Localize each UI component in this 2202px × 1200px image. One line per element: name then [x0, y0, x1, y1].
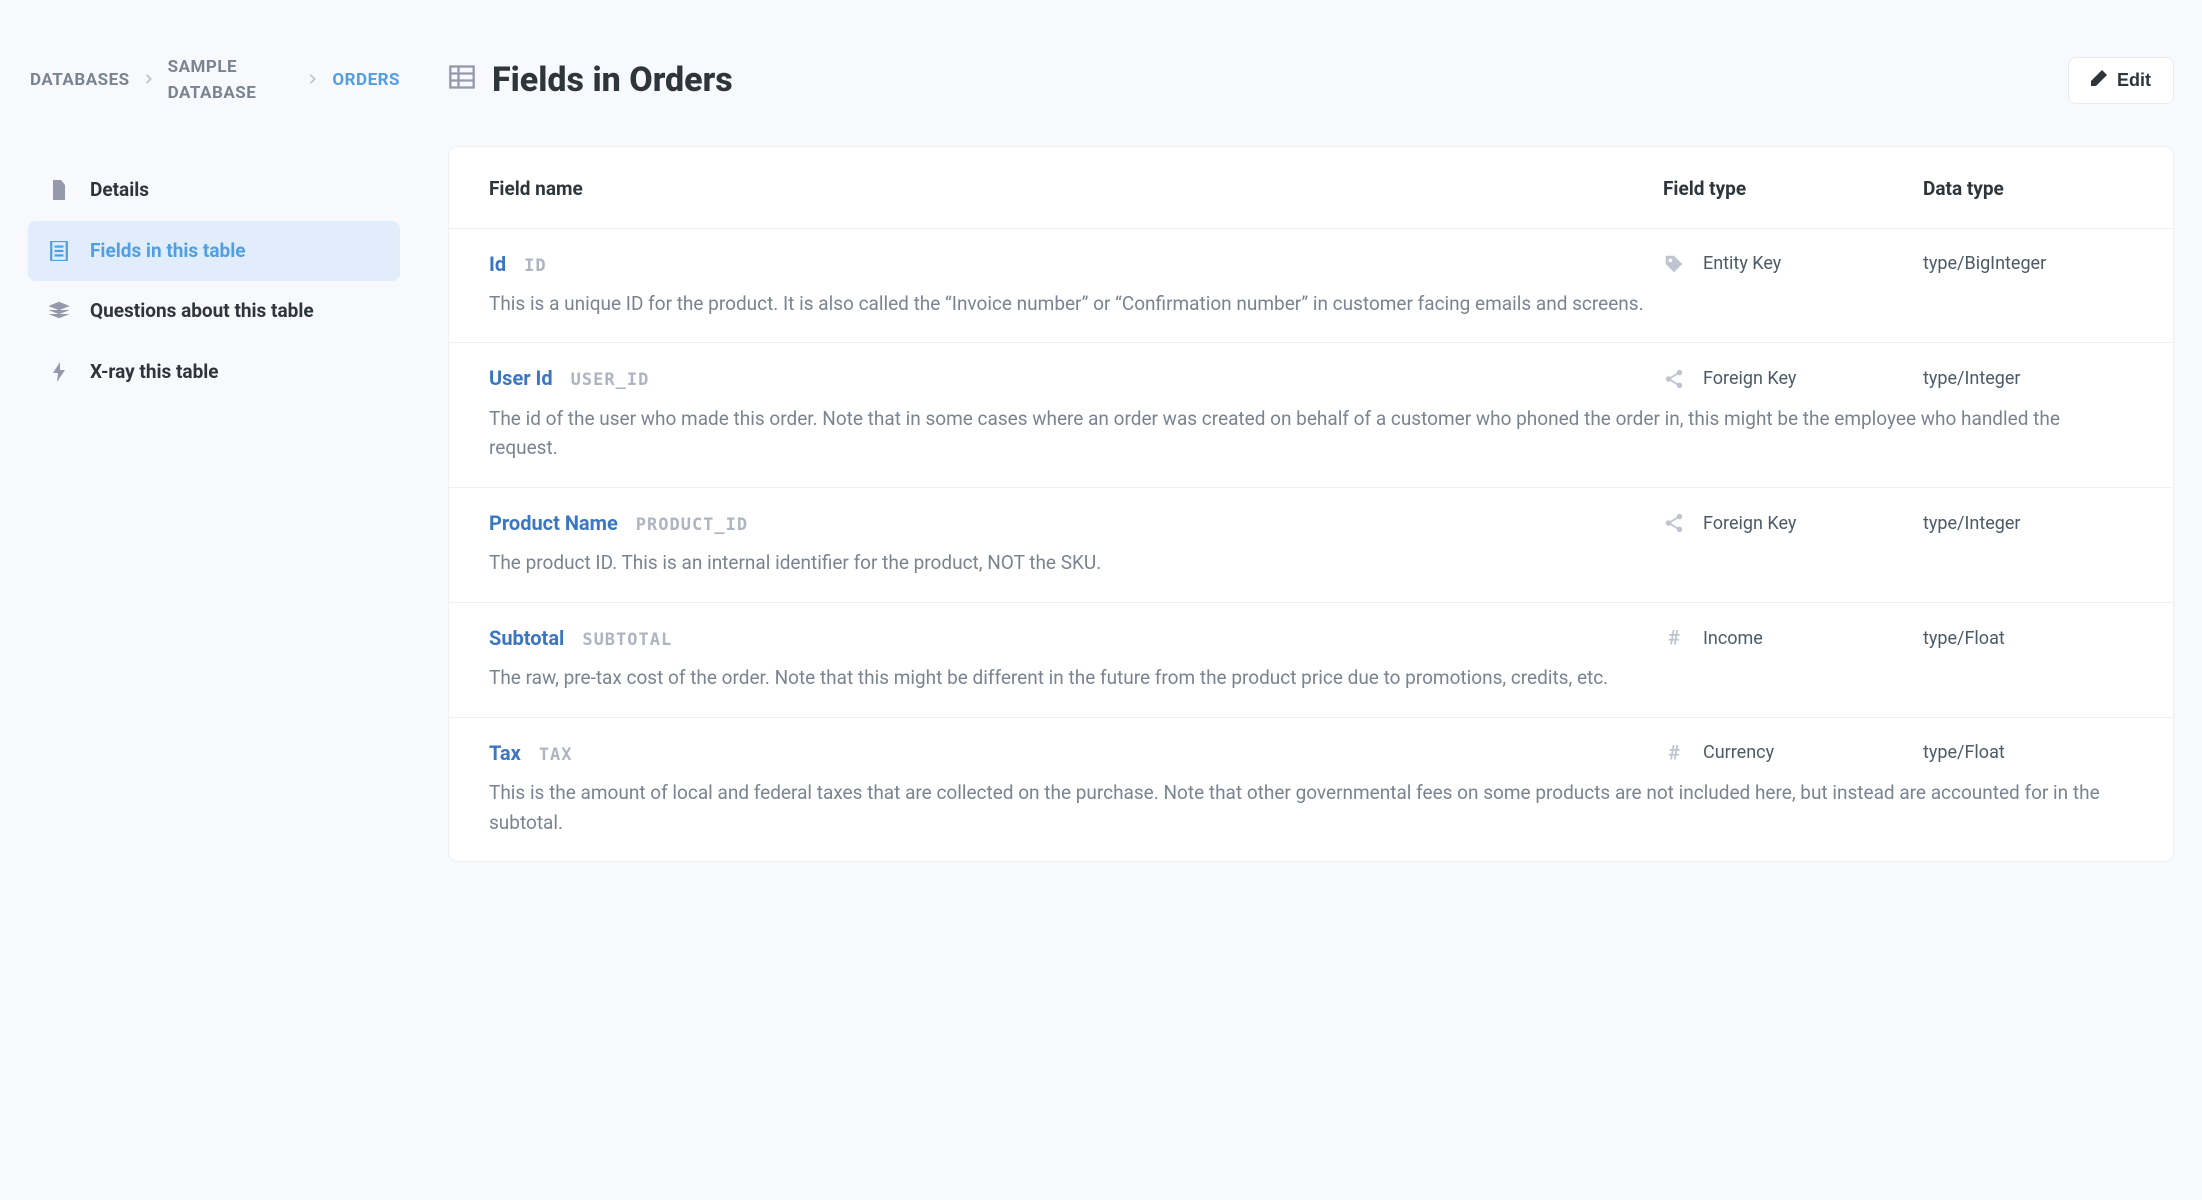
sidebar-item-xray[interactable]: X-ray this table — [28, 342, 400, 403]
field-type-label: Entity Key — [1703, 250, 1781, 277]
column-field-name: Field name — [489, 175, 1663, 204]
breadcrumb-databases[interactable]: DATABASES — [30, 68, 130, 94]
field-row: User Id USER_ID Foreign Key type/Integer The… — [449, 343, 2173, 487]
fields-panel: Field name Field type Data type Id ID Enti… — [448, 146, 2174, 862]
field-name-link[interactable]: Tax — [489, 738, 521, 768]
edit-button-label: Edit — [2117, 70, 2151, 91]
sidebar-item-label: Questions about this table — [90, 297, 314, 326]
hash-icon: # — [1663, 628, 1685, 648]
tag-icon — [1663, 253, 1685, 275]
field-data-type: type/Float — [1923, 625, 2133, 652]
field-description: This is the amount of local and federal … — [489, 778, 2133, 837]
field-type-label: Foreign Key — [1703, 365, 1796, 392]
svg-text:#: # — [1668, 628, 1680, 648]
sidebar-item-details[interactable]: Details — [28, 160, 400, 221]
field-description: This is a unique ID for the product. It … — [489, 289, 2133, 318]
field-db-name: SUBTOTAL — [582, 628, 672, 654]
bolt-icon — [48, 361, 70, 383]
field-data-type: type/BigInteger — [1923, 250, 2133, 277]
field-db-name: ID — [524, 254, 546, 280]
field-description: The raw, pre-tax cost of the order. Note… — [489, 663, 2133, 692]
field-db-name: TAX — [539, 743, 573, 769]
breadcrumb: DATABASES SAMPLE DATABASE ORDERS — [28, 55, 400, 106]
field-description: The id of the user who made this order. … — [489, 404, 2133, 463]
sidebar: Details Fields in this table Questions a… — [28, 160, 400, 402]
field-name-link[interactable]: Subtotal — [489, 623, 564, 653]
hash-icon: # — [1663, 743, 1685, 763]
table-icon — [448, 63, 476, 99]
page-title: Fields in Orders — [492, 55, 733, 106]
field-name-link[interactable]: Product Name — [489, 508, 618, 538]
field-name-link[interactable]: Id — [489, 249, 506, 279]
field-data-type: type/Float — [1923, 739, 2133, 766]
field-data-type: type/Integer — [1923, 510, 2133, 537]
breadcrumb-orders[interactable]: ORDERS — [332, 68, 400, 94]
breadcrumb-sample-database[interactable]: SAMPLE DATABASE — [168, 55, 295, 106]
field-row: Tax TAX # Currency type/Float This is the amo… — [449, 718, 2173, 861]
field-db-name: USER_ID — [571, 368, 650, 394]
column-data-type: Data type — [1923, 175, 2133, 204]
share-icon — [1663, 368, 1685, 390]
field-data-type: type/Integer — [1923, 365, 2133, 392]
field-type-label: Currency — [1703, 739, 1774, 766]
field-type-label: Income — [1703, 625, 1763, 652]
field-name-link[interactable]: User Id — [489, 363, 553, 393]
svg-text:#: # — [1668, 743, 1680, 763]
field-db-name: PRODUCT_ID — [636, 513, 748, 539]
sidebar-item-label: Details — [90, 176, 149, 205]
field-row: Product Name PRODUCT_ID Foreign Key type/In… — [449, 488, 2173, 603]
edit-button[interactable]: Edit — [2068, 57, 2174, 104]
share-icon — [1663, 512, 1685, 534]
stack-icon — [48, 300, 70, 322]
sidebar-item-questions[interactable]: Questions about this table — [28, 281, 400, 342]
sidebar-item-fields[interactable]: Fields in this table — [28, 221, 400, 282]
field-description: The product ID. This is an internal iden… — [489, 548, 2133, 577]
document-icon — [48, 179, 70, 201]
list-icon — [48, 240, 70, 262]
column-field-type: Field type — [1663, 175, 1923, 204]
field-row: Subtotal SUBTOTAL # Income type/Float The raw… — [449, 603, 2173, 718]
chevron-right-icon — [144, 70, 154, 91]
chevron-right-icon — [308, 70, 318, 91]
sidebar-item-label: Fields in this table — [90, 237, 245, 266]
field-row: Id ID Entity Key type/BigInteger This is a u… — [449, 229, 2173, 344]
field-type-label: Foreign Key — [1703, 510, 1796, 537]
sidebar-item-label: X-ray this table — [90, 358, 219, 387]
pencil-icon — [2091, 70, 2107, 91]
